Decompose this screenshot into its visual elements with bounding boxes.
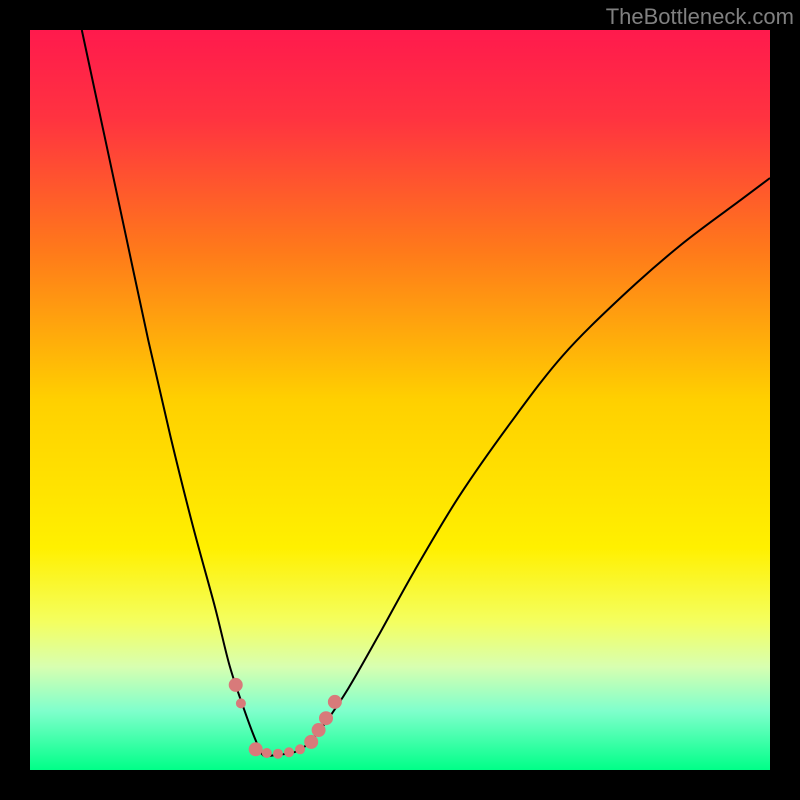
marker-dot [319, 711, 333, 725]
marker-dot [229, 678, 243, 692]
watermark-text: TheBottleneck.com [606, 4, 794, 30]
marker-dot [273, 749, 283, 759]
chart-frame: TheBottleneck.com [0, 0, 800, 800]
marker-dot [249, 742, 263, 756]
chart-svg [30, 30, 770, 770]
marker-dot [328, 695, 342, 709]
marker-dot [304, 735, 318, 749]
marker-dot [312, 723, 326, 737]
marker-dot [236, 698, 246, 708]
marker-dot [262, 748, 272, 758]
marker-dot [284, 747, 294, 757]
marker-dot [295, 744, 305, 754]
plot-area [30, 30, 770, 770]
gradient-background [30, 30, 770, 770]
